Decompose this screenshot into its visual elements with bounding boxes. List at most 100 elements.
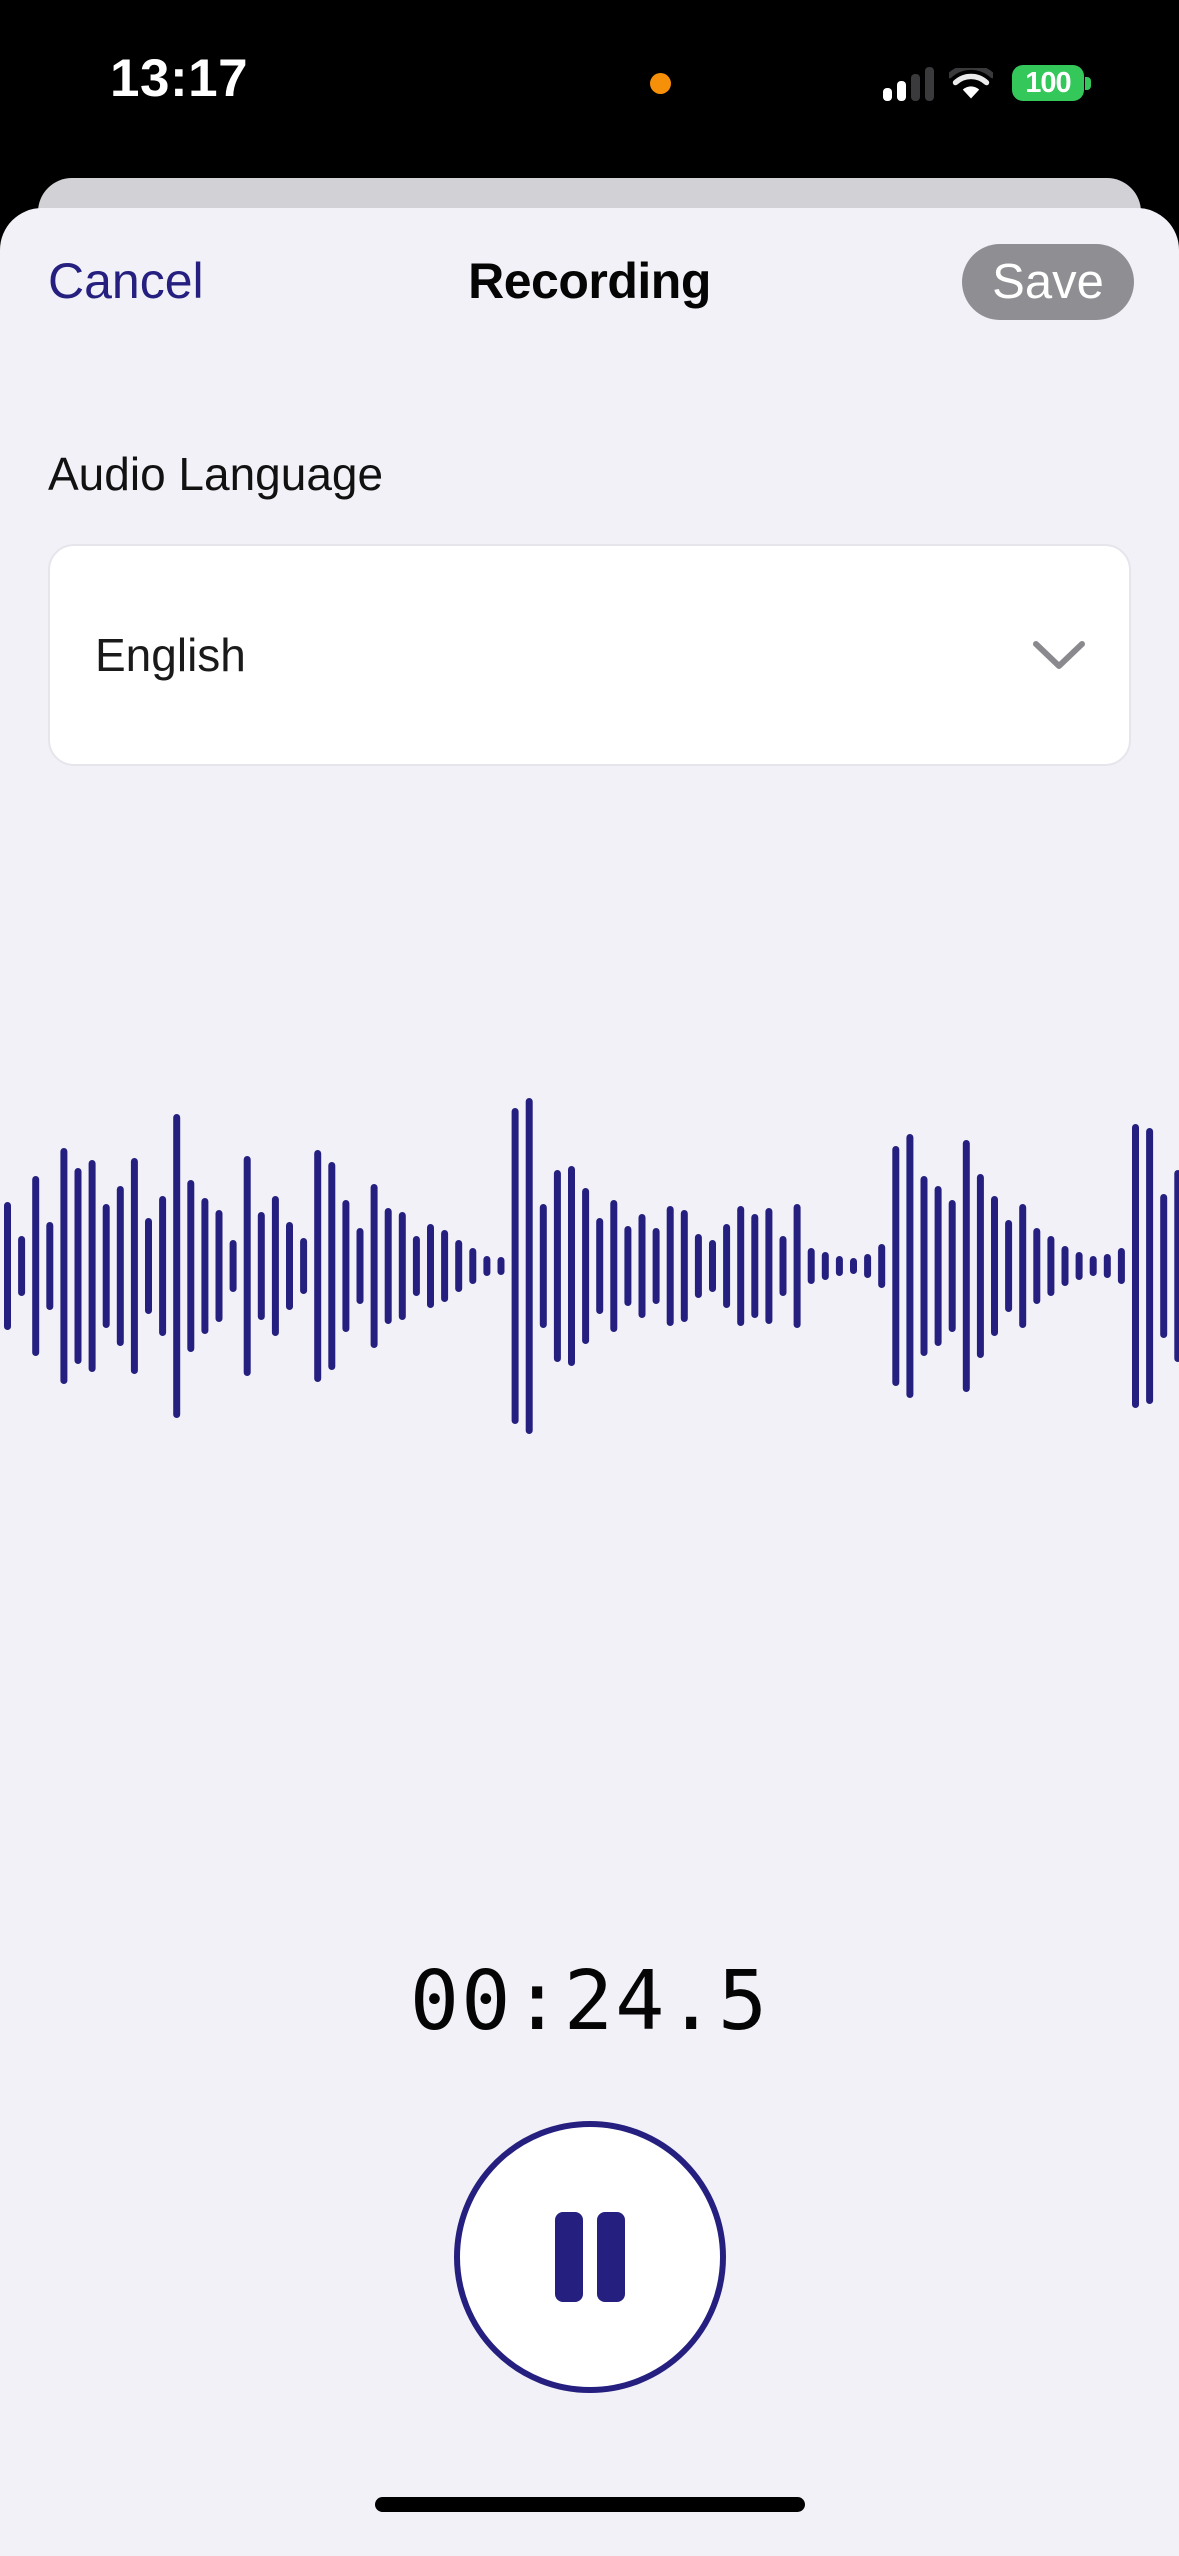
waveform-bar xyxy=(892,1146,899,1386)
waveform-bar xyxy=(1076,1252,1083,1280)
waveform-bar xyxy=(991,1196,998,1336)
waveform-bar xyxy=(131,1158,138,1374)
waveform-bar xyxy=(1132,1124,1139,1408)
status-bar: 13:17 100 xyxy=(0,0,1179,170)
waveform-bar xyxy=(1033,1228,1040,1304)
waveform-bar xyxy=(906,1134,913,1398)
waveform-canvas xyxy=(0,1016,1179,1516)
audio-language-section: Audio Language English xyxy=(0,451,1179,766)
audio-language-value: English xyxy=(95,632,246,678)
waveform-bar xyxy=(1090,1256,1097,1276)
waveform-bar xyxy=(469,1248,476,1284)
modal-nav-bar: Cancel Recording Save xyxy=(0,208,1179,338)
battery-icon: 100 xyxy=(1012,65,1084,101)
waveform-bar xyxy=(286,1222,293,1310)
waveform-bar xyxy=(681,1210,688,1322)
waveform-bar xyxy=(963,1140,970,1392)
waveform-bar xyxy=(512,1108,519,1424)
waveform-bar xyxy=(836,1256,843,1276)
waveform-bar xyxy=(822,1252,829,1280)
waveform-bar xyxy=(483,1256,490,1276)
save-button[interactable]: Save xyxy=(962,244,1134,320)
waveform-bar xyxy=(765,1208,772,1324)
waveform-bar xyxy=(216,1210,223,1322)
battery-nub xyxy=(1085,77,1091,90)
waveform-bar xyxy=(60,1148,67,1384)
waveform-bar xyxy=(610,1200,617,1332)
wifi-icon xyxy=(949,68,993,101)
phone-screen: 13:17 100 Cancel Recording Save xyxy=(0,0,1179,2556)
waveform-bar xyxy=(455,1240,462,1292)
waveform-bar xyxy=(639,1214,646,1318)
waveform-bar xyxy=(371,1184,378,1348)
waveform-bar xyxy=(1160,1194,1167,1338)
waveform-bar xyxy=(1174,1170,1179,1362)
pause-icon-bar-left xyxy=(555,2212,583,2302)
waveform-bar xyxy=(258,1212,265,1320)
waveform-bar xyxy=(413,1236,420,1296)
waveform-bar xyxy=(75,1168,82,1364)
waveform-bar xyxy=(808,1248,815,1284)
waveform-bar xyxy=(723,1224,730,1308)
waveform-bar-group xyxy=(4,1098,1179,1434)
waveform-bar xyxy=(1019,1204,1026,1328)
waveform-bar xyxy=(173,1114,180,1418)
waveform-bar xyxy=(568,1166,575,1366)
waveform-bar xyxy=(540,1204,547,1328)
waveform-bar xyxy=(201,1198,208,1334)
waveform-bar xyxy=(230,1240,237,1292)
recording-timer: 00:24.5 xyxy=(0,1961,1179,2043)
waveform-bar xyxy=(1146,1128,1153,1404)
waveform-bar xyxy=(935,1186,942,1346)
waveform-bar xyxy=(244,1156,251,1376)
home-indicator xyxy=(375,2497,805,2512)
waveform-bar xyxy=(357,1228,364,1304)
waveform-bar xyxy=(145,1218,152,1314)
waveform-bar xyxy=(624,1226,631,1306)
waveform-bar xyxy=(667,1206,674,1326)
waveform-bar xyxy=(342,1200,349,1332)
waveform-bar xyxy=(103,1204,110,1328)
waveform-bar xyxy=(977,1174,984,1358)
waveform-bar xyxy=(441,1230,448,1302)
waveform-bar xyxy=(187,1180,194,1352)
waveform-bar xyxy=(89,1160,96,1372)
waveform-bar xyxy=(1047,1236,1054,1296)
waveform-bar xyxy=(582,1188,589,1344)
waveform-bar xyxy=(709,1240,716,1292)
pause-recording-button[interactable] xyxy=(454,2121,726,2393)
waveform-bar xyxy=(18,1236,25,1296)
pause-icon-bar-right xyxy=(597,2212,625,2302)
audio-waveform xyxy=(0,1016,1179,1516)
waveform-bar xyxy=(1062,1246,1069,1286)
waveform-bar xyxy=(328,1162,335,1370)
waveform-bar xyxy=(780,1236,787,1296)
waveform-bar xyxy=(554,1170,561,1362)
battery-percent-label: 100 xyxy=(1025,69,1070,98)
waveform-bar xyxy=(300,1238,307,1294)
waveform-bar xyxy=(949,1200,956,1332)
waveform-bar xyxy=(4,1202,11,1330)
waveform-bar xyxy=(737,1206,744,1326)
waveform-bar xyxy=(1005,1220,1012,1312)
waveform-bar xyxy=(653,1228,660,1304)
waveform-bar xyxy=(1118,1248,1125,1284)
waveform-bar xyxy=(596,1218,603,1314)
waveform-bar xyxy=(850,1258,857,1274)
waveform-bar xyxy=(751,1214,758,1318)
waveform-bar xyxy=(385,1208,392,1324)
waveform-bar xyxy=(314,1150,321,1382)
waveform-bar xyxy=(864,1254,871,1278)
waveform-bar xyxy=(695,1234,702,1298)
waveform-bar xyxy=(272,1196,279,1336)
waveform-bar xyxy=(794,1204,801,1328)
waveform-bar xyxy=(46,1222,53,1310)
status-bar-indicators: 100 xyxy=(883,57,1084,101)
waveform-bar xyxy=(878,1244,885,1288)
audio-language-select[interactable]: English xyxy=(48,544,1131,766)
waveform-bar xyxy=(526,1098,533,1434)
recording-modal-sheet: Cancel Recording Save Audio Language Eng… xyxy=(0,208,1179,2556)
audio-language-label: Audio Language xyxy=(48,451,1179,497)
waveform-bar xyxy=(32,1176,39,1356)
waveform-bar xyxy=(1104,1254,1111,1278)
